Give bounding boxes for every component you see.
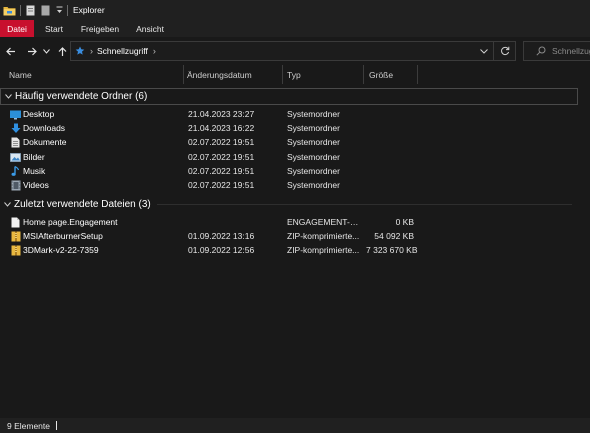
list-item[interactable]: Desktop 21.04.2023 23:27 Systemordner [0,107,590,121]
status-divider [56,421,57,430]
tab-share[interactable]: Freigeben [74,20,126,37]
column-header-name[interactable]: Name [9,65,32,84]
forward-arrow-icon[interactable] [24,41,41,61]
collapse-chevron-icon[interactable] [4,202,11,207]
column-header-size[interactable]: Größe [369,65,393,84]
back-arrow-icon[interactable] [2,41,19,61]
blank-file-icon [10,217,21,228]
tab-start[interactable]: Start [34,20,74,37]
column-headers: Name Änderungsdatum Typ Größe [0,65,590,84]
properties-icon[interactable] [26,0,35,20]
collapse-chevron-icon[interactable] [5,94,12,99]
group-title: Zuletzt verwendete Dateien (3) [14,199,151,210]
column-header-date[interactable]: Änderungsdatum [187,65,252,84]
music-folder-icon [10,166,21,177]
zip-file-icon [10,245,21,256]
list-item[interactable]: Musik 02.07.2022 19:51 Systemordner [0,164,590,178]
videos-folder-icon [10,180,21,191]
group-divider [156,204,572,205]
recent-locations-chevron-icon[interactable] [41,41,51,61]
breadcrumb-chevron-icon[interactable]: › [153,46,156,56]
up-arrow-icon[interactable] [54,41,71,61]
list-item[interactable]: Dokumente 02.07.2022 19:51 Systemordner [0,135,590,149]
status-bar: 9 Elemente [0,418,590,433]
search-field[interactable]: Schnellzugriff durchsuchen [523,41,590,61]
breadcrumb-chevron-icon[interactable]: › [90,46,93,56]
group-header-recent-files[interactable]: Zuletzt verwendete Dateien (3) [0,196,578,213]
explorer-folder-icon[interactable] [3,0,16,20]
address-bar[interactable]: › Schnellzugriff › [70,41,516,61]
titlebar-separator [20,4,21,16]
refresh-icon[interactable] [493,42,515,60]
desktop-folder-icon [10,109,21,120]
column-divider[interactable] [183,65,184,84]
column-header-type[interactable]: Typ [287,65,301,84]
documents-folder-icon [10,137,21,148]
column-divider[interactable] [363,65,364,84]
tab-view[interactable]: Ansicht [126,20,174,37]
zip-file-icon [10,231,21,242]
new-folder-icon[interactable] [41,0,50,20]
ribbon-tabs: Datei Start Freigeben Ansicht [0,20,590,37]
titlebar-separator [67,4,68,16]
customize-toolbar-icon[interactable] [56,0,63,20]
list-item[interactable]: Home page.Engagement ENGAGEMENT-Da... 0 … [0,215,590,229]
item-count: 9 Elemente [7,420,50,431]
quick-access-star-icon [75,46,85,56]
column-divider[interactable] [282,65,283,84]
window-title: Explorer [73,5,105,15]
group-header-frequent-folders[interactable]: Häufig verwendete Ordner (6) [0,88,578,105]
list-item[interactable]: Downloads 21.04.2023 16:22 Systemordner [0,121,590,135]
title-bar: Explorer [0,0,590,20]
search-placeholder: Schnellzugriff durchsuchen [552,46,590,56]
pictures-folder-icon [10,152,21,163]
column-divider[interactable] [417,65,418,84]
list-item[interactable]: 3DMark-v2-22-7359 01.09.2022 12:56 ZIP-k… [0,243,590,257]
downloads-folder-icon [10,123,21,134]
list-item[interactable]: MSIAfterburnerSetup 01.09.2022 13:16 ZIP… [0,229,590,243]
address-dropdown-chevron-icon[interactable] [475,48,493,54]
search-icon [536,46,546,56]
breadcrumb-quick-access[interactable]: Schnellzugriff [97,46,148,56]
list-item[interactable]: Videos 02.07.2022 19:51 Systemordner [0,178,590,192]
list-item[interactable]: Bilder 02.07.2022 19:51 Systemordner [0,150,590,164]
tab-file[interactable]: Datei [0,20,34,37]
group-title: Häufig verwendete Ordner (6) [15,91,148,102]
